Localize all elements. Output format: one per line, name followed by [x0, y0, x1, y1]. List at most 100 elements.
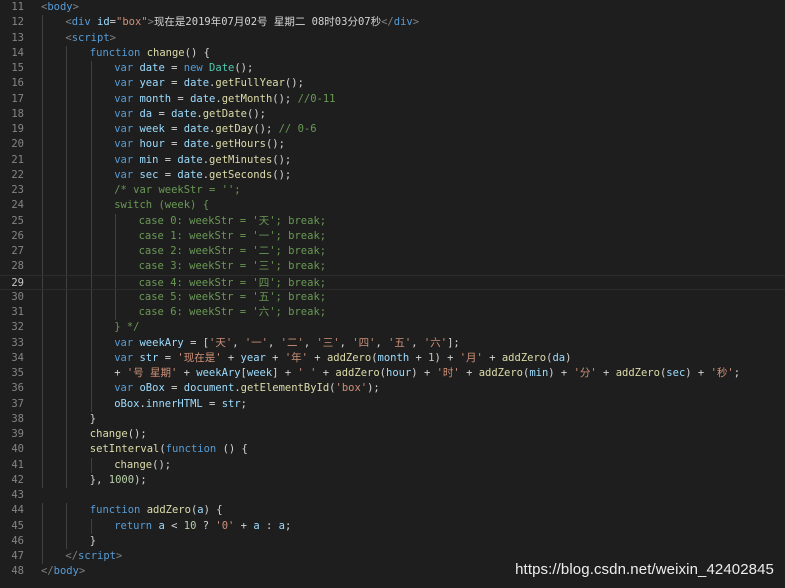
code-line[interactable]: 25 case 0: weekStr = '天'; break;	[0, 213, 785, 229]
indent-guide	[42, 122, 43, 138]
code-line[interactable]: 35 + '号 星期' + weekAry[week] + ' ' + addZe…	[0, 366, 785, 382]
code-editor[interactable]: 11 <body> 12 <div id="box">现在是2019年07月02号 星…	[0, 0, 785, 588]
code-token: '现在是'	[177, 351, 222, 364]
line-number: 43	[11, 489, 24, 501]
code-line[interactable]: 29 case 4: weekStr = '四'; break;	[0, 274, 785, 290]
indent-guide	[42, 457, 43, 473]
line-code: setInterval(function () {	[90, 442, 248, 457]
watermark-text: https://blog.csdn.net/weixin_42402845	[515, 561, 774, 578]
code-token: '分'	[573, 367, 597, 379]
code-line[interactable]: 36 var oBox = document.getElementById('bo…	[0, 381, 785, 397]
code-line[interactable]: 15 var date = new Date();	[0, 61, 785, 77]
code-line[interactable]: 32} */	[0, 320, 785, 336]
code-token: body	[53, 565, 79, 578]
code-token: getHours	[215, 138, 266, 151]
code-token: oBox	[114, 397, 140, 410]
indent-guide	[90, 213, 92, 229]
code-line[interactable]: 21 var min = date.getMinutes();	[0, 152, 785, 168]
indent-guide	[66, 366, 68, 382]
indent-guide	[90, 122, 92, 138]
code-line[interactable]: 45 return a < 10 ? '0' + a : a;	[0, 518, 785, 534]
code-line[interactable]: 27 case 2: weekStr = '二'; break;	[0, 244, 785, 260]
line-number: 40	[11, 443, 24, 456]
code-token: +	[459, 367, 479, 379]
code-token: switch (week) {	[114, 199, 210, 212]
code-line[interactable]: 40 setInterval(function () {	[0, 442, 785, 458]
code-line[interactable]: 33 var weekAry = ['天', '一', '二', '三', '四'…	[0, 335, 785, 351]
line-code: var min = date.getMinutes();	[114, 153, 291, 168]
indent-guide	[66, 457, 68, 473]
code-line[interactable]: 43	[0, 488, 785, 503]
code-token: ,	[268, 336, 281, 349]
code-token: +	[482, 351, 502, 364]
code-line[interactable]: 30 case 5: weekStr = '五'; break;	[0, 289, 785, 305]
code-line[interactable]: 39 change();	[0, 427, 785, 443]
code-line[interactable]: 41 change();	[0, 457, 785, 473]
code-line[interactable]: 13 <script>	[0, 30, 785, 46]
code-line[interactable]: 22 var sec = date.getSeconds();	[0, 167, 785, 183]
code-token: ;	[240, 397, 247, 410]
indent-guide	[115, 275, 117, 289]
code-line[interactable]: 14 function change() {	[0, 45, 785, 61]
line-code: case 2: weekStr = '二'; break;	[139, 244, 327, 259]
indent-guide	[115, 244, 117, 260]
code-line[interactable]: 18 var da = date.getDate();	[0, 106, 785, 122]
code-token: function	[165, 443, 217, 456]
line-number: 31	[11, 306, 24, 318]
code-line[interactable]: 19 var week = date.getDay(); // 0-6	[0, 122, 785, 138]
code-token: sec	[139, 168, 159, 181]
code-line[interactable]: 31 case 6: weekStr = '六'; break;	[0, 305, 785, 321]
line-number: 42	[11, 473, 24, 486]
code-line[interactable]: 12 <div id="box">现在是2019年07月02号 星期二 08时03…	[0, 15, 785, 31]
line-code: <script>	[65, 31, 116, 46]
code-line[interactable]: 38}	[0, 411, 785, 427]
line-number: 29	[11, 276, 24, 289]
code-token: setInterval	[89, 443, 160, 456]
code-line[interactable]: 34 var str = '现在是' + year + '年' + addZero…	[0, 350, 785, 366]
code-token: case 0: weekStr = '天'; break;	[138, 214, 327, 227]
code-token: addZero	[478, 367, 523, 379]
indent-guide	[90, 366, 92, 382]
code-line[interactable]: 17 var month = date.getMonth(); //0-11	[0, 91, 785, 107]
code-token: date	[177, 168, 203, 181]
code-token: '时'	[436, 367, 460, 379]
indent-guide	[90, 152, 92, 168]
code-token: =	[158, 351, 178, 364]
code-token: getFullYear	[215, 77, 285, 90]
code-token: ];	[447, 336, 460, 349]
code-line[interactable]: 42}, 1000);	[0, 472, 785, 488]
code-token: getMonth	[221, 92, 273, 105]
line-number: 33	[11, 336, 24, 349]
code-line[interactable]: 11 <body>	[0, 0, 785, 15]
code-token: function	[89, 46, 141, 59]
code-token: year	[139, 77, 165, 90]
code-token: var	[114, 92, 134, 105]
code-token: week	[139, 123, 165, 135]
code-line[interactable]: 28 case 3: weekStr = '三'; break;	[0, 259, 785, 275]
indent-guide	[90, 91, 92, 107]
code-token: weekAry	[196, 367, 241, 379]
indent-guide	[42, 396, 43, 412]
code-token: '年'	[284, 351, 308, 364]
code-line[interactable]: 16 var year = date.getFullYear();	[0, 76, 785, 92]
indent-guide	[115, 305, 117, 321]
code-line[interactable]: 46}	[0, 533, 785, 549]
code-line[interactable]: 44 function addZero(a) {	[0, 503, 785, 519]
code-token: hour	[139, 138, 165, 151]
code-line[interactable]: 23 /* var weekStr = '';	[0, 183, 785, 199]
code-line[interactable]: 24 switch (week) {	[0, 198, 785, 214]
indent-guide	[66, 228, 68, 244]
code-line[interactable]: 37 oBox.innerHTML = str;	[0, 396, 785, 412]
code-token: =	[164, 138, 184, 151]
code-line[interactable]: 20 var hour = date.getHours();	[0, 137, 785, 153]
code-token: +	[221, 351, 241, 364]
code-line[interactable]: 26 case 1: weekStr = '一'; break;	[0, 228, 785, 244]
line-number: 28	[11, 260, 24, 273]
code-token: change	[114, 458, 153, 471]
code-token: } */	[114, 321, 140, 334]
code-token: return	[114, 519, 153, 532]
line-number: 30	[11, 290, 24, 303]
code-token: );	[134, 473, 147, 486]
indent-guide	[42, 137, 43, 153]
indent-guide	[66, 137, 68, 153]
